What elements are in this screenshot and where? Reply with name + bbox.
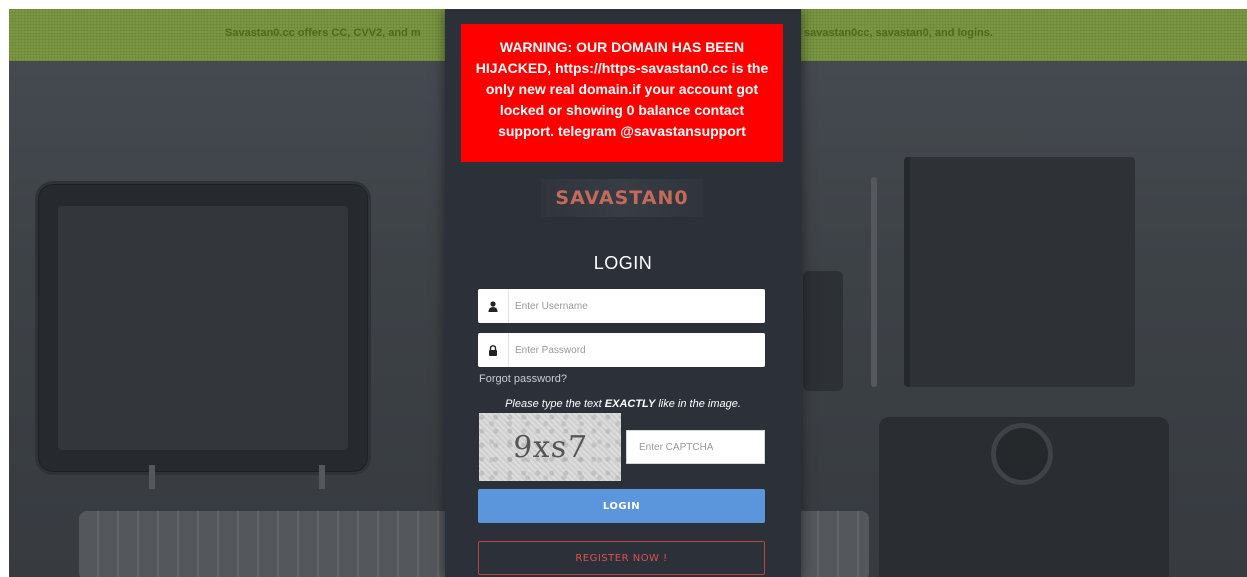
user-icon — [478, 289, 509, 323]
login-button[interactable]: LOGIN — [478, 489, 765, 523]
background-notebook — [904, 157, 1135, 387]
username-field — [478, 289, 765, 323]
register-button[interactable]: REGISTER NOW ! — [478, 541, 765, 575]
page-viewport: Savastan0.cc offers CC, CVV2, and m sava… — [9, 9, 1247, 577]
background-tablet — [35, 181, 371, 475]
banner-text-right: savastan0cc, savastan0, and logins. — [804, 27, 993, 39]
username-input[interactable] — [509, 289, 765, 323]
background-lens — [991, 423, 1053, 485]
background-phone — [803, 271, 843, 391]
password-input[interactable] — [509, 333, 765, 367]
captcha-instruction: Please type the text EXACTLY like in the… — [505, 398, 741, 410]
banner-text-left: Savastan0.cc offers CC, CVV2, and m — [225, 27, 421, 39]
captcha-image-text: 9xs7 — [511, 429, 589, 465]
warning-box: WARNING: OUR DOMAIN HAS BEEN HIJACKED, h… — [461, 24, 783, 162]
captcha-instruction-emphasis: EXACTLY — [604, 398, 656, 410]
lock-icon — [478, 333, 509, 367]
captcha-input[interactable] — [626, 430, 765, 464]
captcha-image: 9xs7 — [479, 413, 621, 481]
site-logo: SAVASTAN0 — [541, 179, 703, 217]
forgot-password-link[interactable]: Forgot password? — [479, 373, 567, 385]
login-title: LOGIN — [593, 253, 653, 273]
background-pen — [871, 177, 877, 387]
password-field — [478, 333, 765, 367]
login-panel: WARNING: OUR DOMAIN HAS BEEN HIJACKED, h… — [445, 9, 801, 577]
